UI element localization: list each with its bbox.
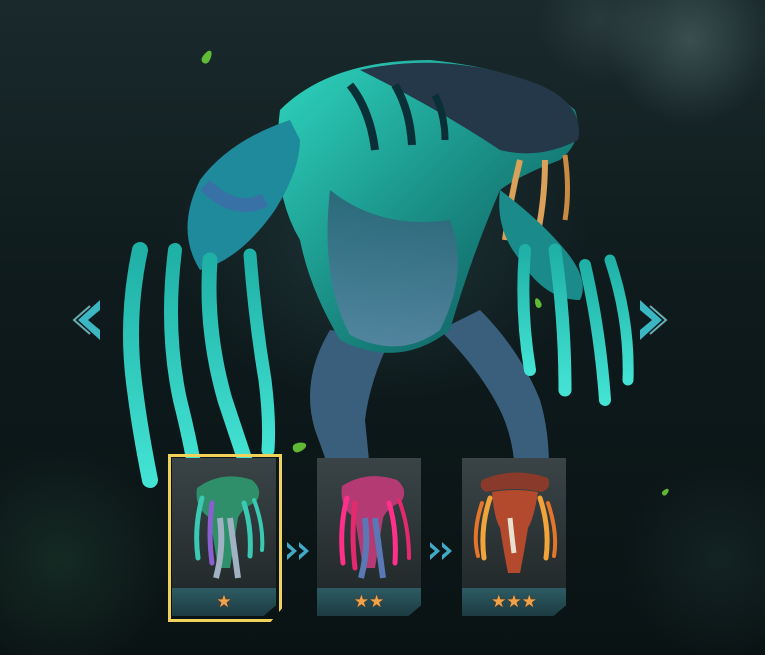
creature-portrait — [317, 458, 421, 588]
star-icons: ★★★ — [491, 591, 537, 612]
star-icons: ★★ — [353, 591, 385, 612]
double-chevron-right-icon — [430, 542, 452, 560]
evolution-card-stage-3[interactable]: ★★★ — [462, 458, 566, 616]
evolution-card-stage-2[interactable]: ★★ — [317, 458, 421, 616]
star-rating: ★★★ — [462, 588, 566, 616]
star-rating: ★ — [172, 588, 276, 616]
star-icons: ★ — [216, 591, 232, 612]
star-rating: ★★ — [317, 588, 421, 616]
game-screen: ★ ★★ ★★★ — [0, 0, 765, 655]
evolution-card-stage-1[interactable]: ★ — [168, 454, 282, 622]
creature-portrait — [172, 458, 276, 588]
chevron-right-icon[interactable] — [636, 296, 670, 344]
double-chevron-right-icon — [287, 542, 309, 560]
creature-portrait — [462, 458, 566, 588]
chevron-left-icon[interactable] — [70, 296, 104, 344]
